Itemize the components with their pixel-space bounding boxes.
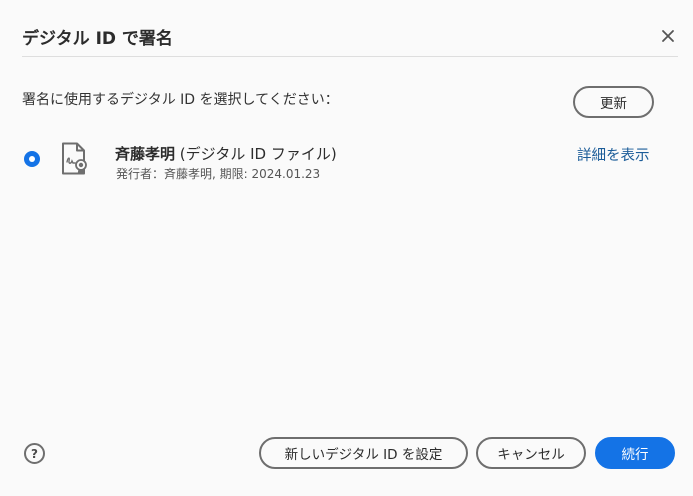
dialog-title: デジタル ID で署名 (22, 29, 173, 49)
radio-selected-dot (29, 156, 35, 162)
digital-id-sign-dialog: デジタル ID で署名 署名に使用するデジタル ID を選択してください： 更新… (0, 0, 693, 496)
refresh-button[interactable]: 更新 (573, 86, 654, 118)
id-issuer-expiry: 発行者：斉藤孝明, 期限: 2024.01.23 (116, 167, 321, 181)
show-details-link[interactable]: 詳細を表示 (577, 144, 650, 165)
continue-button[interactable]: 続行 (595, 437, 675, 469)
id-radio-button[interactable] (24, 151, 40, 167)
certificate-file-icon (60, 142, 88, 180)
title-divider (22, 56, 678, 57)
cancel-button[interactable]: キャンセル (476, 437, 586, 469)
help-icon[interactable]: ? (24, 443, 45, 464)
select-prompt: 署名に使用するデジタル ID を選択してください： (22, 92, 339, 108)
configure-new-id-button[interactable]: 新しいデジタル ID を設定 (259, 437, 468, 469)
id-holder-name: 斉藤孝明 (115, 145, 176, 163)
id-type: (デジタル ID ファイル) (179, 145, 337, 163)
close-icon[interactable] (656, 24, 680, 48)
id-name-line: 斉藤孝明 (デジタル ID ファイル) (115, 143, 337, 164)
